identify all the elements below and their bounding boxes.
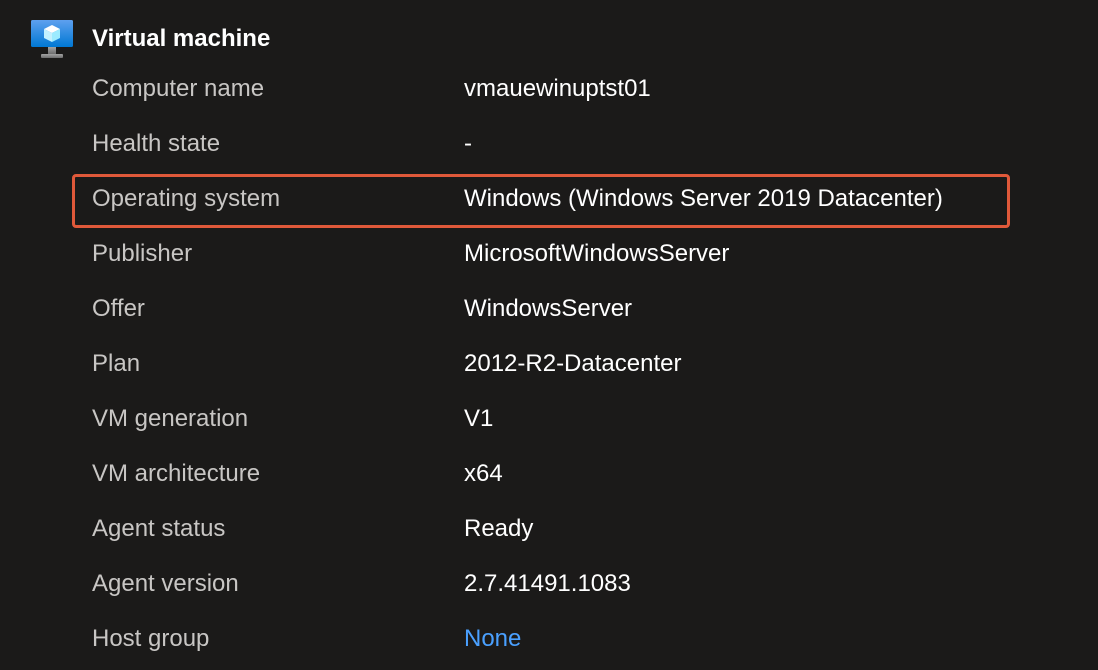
- property-value: -: [464, 130, 472, 157]
- property-value: MicrosoftWindowsServer: [464, 240, 730, 267]
- property-row-health-state: Health state -: [0, 117, 1098, 172]
- property-row-agent-version: Agent version 2.7.41491.1083: [0, 557, 1098, 612]
- property-row-plan: Plan 2012-R2-Datacenter: [0, 337, 1098, 392]
- properties-list: Computer name vmauewinuptst01 Health sta…: [0, 62, 1098, 667]
- property-value: V1: [464, 405, 494, 432]
- property-label: VM architecture: [92, 460, 261, 487]
- property-row-agent-status: Agent status Ready: [0, 502, 1098, 557]
- property-row-operating-system: Operating system Windows (Windows Server…: [0, 172, 1098, 227]
- host-group-link[interactable]: None: [464, 624, 521, 654]
- property-value: 2012-R2-Datacenter: [464, 350, 682, 377]
- property-value: Windows (Windows Server 2019 Datacenter): [464, 185, 943, 212]
- virtual-machine-icon: [31, 20, 73, 58]
- property-value: 2.7.41491.1083: [464, 570, 631, 597]
- property-label: Health state: [92, 130, 221, 157]
- property-label: Operating system: [92, 185, 281, 212]
- property-row-host-group: Host group None: [0, 612, 1098, 667]
- property-row-offer: Offer WindowsServer: [0, 282, 1098, 337]
- property-label: Agent version: [92, 570, 239, 597]
- property-label: Publisher: [92, 240, 193, 267]
- property-label: Offer: [92, 295, 145, 322]
- property-row-publisher: Publisher MicrosoftWindowsServer: [0, 227, 1098, 282]
- property-value: x64: [464, 460, 503, 487]
- property-value: vmauewinuptst01: [464, 75, 651, 102]
- property-value: Ready: [464, 515, 534, 542]
- property-label: Host group: [92, 625, 210, 652]
- property-label: Agent status: [92, 515, 226, 542]
- property-row-computer-name: Computer name vmauewinuptst01: [0, 62, 1098, 117]
- section-title: Virtual machine: [92, 25, 271, 52]
- property-row-vm-architecture: VM architecture x64: [0, 447, 1098, 502]
- property-value: WindowsServer: [464, 295, 633, 322]
- property-row-vm-generation: VM generation V1: [0, 392, 1098, 447]
- property-label: Plan: [92, 350, 141, 377]
- property-label: Computer name: [92, 75, 265, 102]
- property-label: VM generation: [92, 405, 249, 432]
- section-header: [30, 18, 76, 60]
